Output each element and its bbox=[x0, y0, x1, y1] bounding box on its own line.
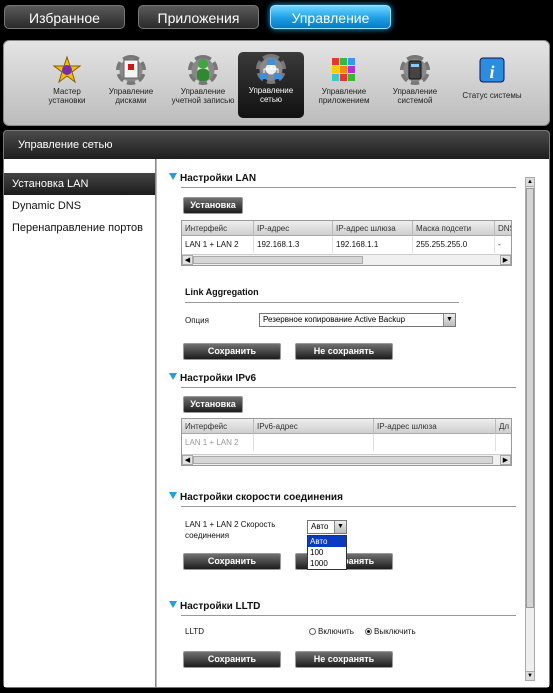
scroll-left-icon[interactable]: ◀ bbox=[182, 455, 193, 465]
toolbar-network-management[interactable]: Управление сетью bbox=[238, 52, 304, 118]
scroll-right-icon[interactable]: ▶ bbox=[500, 255, 511, 265]
speed-section-title[interactable]: Настройки скорости соединения bbox=[169, 492, 343, 503]
ipv6-section-title[interactable]: Настройки IPv6 bbox=[169, 373, 256, 384]
top-navigation: Избранное Приложения Управление bbox=[0, 0, 553, 36]
cancel-button[interactable]: Не сохранять bbox=[295, 343, 393, 360]
scroll-right-icon[interactable]: ▶ bbox=[500, 455, 511, 465]
speed-save-settings-button[interactable]: Сохранить настройки bbox=[183, 553, 281, 581]
panel-title: Управление сетью bbox=[4, 131, 549, 159]
lltd-save-settings-button[interactable]: Сохранить настройки bbox=[183, 651, 281, 679]
link-aggregation-title: Link Aggregation bbox=[185, 287, 259, 297]
toolbar-application-management[interactable]: Управление приложением bbox=[311, 53, 377, 119]
sidebar-item-dynamic-dns[interactable]: Dynamic DNS bbox=[4, 195, 155, 217]
lltd-disable-radio[interactable]: Выключить bbox=[365, 627, 416, 636]
speed-label: LAN 1 + LAN 2 Скорость соединения bbox=[185, 520, 276, 540]
toolbar-system-status[interactable]: i Статус системы bbox=[454, 53, 530, 119]
toolbar-setup-wizard[interactable]: Мастер установки bbox=[34, 53, 100, 119]
save-settings-button[interactable]: Сохранить настройки bbox=[183, 343, 281, 371]
speed-dropdown-list: Авто 100 1000 bbox=[307, 535, 347, 570]
speed-option-auto[interactable]: Авто bbox=[308, 536, 346, 547]
application-icon bbox=[329, 55, 359, 85]
collapse-triangle-icon bbox=[169, 173, 177, 180]
speed-option-1000[interactable]: 1000 bbox=[308, 558, 346, 569]
radio-off-icon[interactable] bbox=[309, 628, 316, 635]
lltd-label: LLTD bbox=[185, 627, 204, 636]
network-icon bbox=[256, 54, 286, 84]
toolbar-account-management[interactable]: Управление учетной записью bbox=[170, 53, 236, 119]
content-area: Настройки LAN Установка Интерфейс IP-адр… bbox=[157, 159, 549, 687]
table-row[interactable]: LAN 1 + LAN 2 192.168.1.3 192.168.1.1 25… bbox=[182, 236, 511, 253]
lltd-enable-radio[interactable]: Включить bbox=[309, 627, 354, 636]
svg-text:i: i bbox=[489, 62, 494, 82]
lan-section-title[interactable]: Настройки LAN bbox=[169, 173, 256, 184]
lan-setup-button[interactable]: Установка bbox=[183, 197, 243, 214]
sidebar-item-lan-setup[interactable]: Установка LAN bbox=[4, 173, 155, 195]
sidebar-item-port-forwarding[interactable]: Перенаправление портов bbox=[4, 217, 155, 239]
network-management-panel: Управление сетью Установка LAN Dynamic D… bbox=[3, 130, 550, 688]
toolbar-disk-management[interactable]: Управление дисками bbox=[98, 53, 164, 119]
chevron-down-icon[interactable]: ▼ bbox=[443, 314, 455, 326]
toolbar-label: Мастер установки bbox=[48, 87, 86, 105]
wizard-icon bbox=[52, 55, 82, 85]
option-label: Опция bbox=[185, 316, 209, 325]
chevron-down-icon[interactable]: ▼ bbox=[334, 521, 346, 533]
scroll-down-icon[interactable]: ▼ bbox=[526, 671, 534, 680]
speed-select[interactable]: Авто ▼ bbox=[307, 520, 347, 534]
tab-applications[interactable]: Приложения bbox=[138, 5, 259, 29]
account-icon bbox=[188, 55, 218, 85]
tab-favorites[interactable]: Избранное bbox=[4, 5, 125, 29]
management-toolbar: Мастер установки Управление дисками Управл… bbox=[3, 40, 550, 126]
ipv6-setup-button[interactable]: Установка bbox=[183, 396, 243, 413]
info-icon: i bbox=[477, 55, 507, 85]
scroll-up-icon[interactable]: ▲ bbox=[526, 178, 534, 187]
scroll-left-icon[interactable]: ◀ bbox=[182, 255, 193, 265]
tab-management[interactable]: Управление bbox=[270, 5, 391, 29]
table-row[interactable]: LAN 1 + LAN 2 bbox=[182, 434, 511, 451]
sidebar: Установка LAN Dynamic DNS Перенаправлени… bbox=[4, 159, 156, 687]
lan-table: Интерфейс IP-адрес IP-адрес шлюза Маска … bbox=[181, 220, 512, 266]
toolbar-system-management[interactable]: Управление системой bbox=[382, 53, 448, 119]
radio-on-icon[interactable] bbox=[365, 628, 372, 635]
horizontal-scrollbar[interactable]: ◀ ▶ bbox=[182, 254, 511, 265]
collapse-triangle-icon bbox=[169, 492, 177, 499]
vertical-scrollbar[interactable]: ▲ ▼ bbox=[525, 177, 535, 681]
collapse-triangle-icon bbox=[169, 373, 177, 380]
lltd-section-title[interactable]: Настройки LLTD bbox=[169, 601, 260, 612]
horizontal-scrollbar[interactable]: ◀ ▶ bbox=[182, 454, 511, 465]
collapse-triangle-icon bbox=[169, 601, 177, 608]
speed-option-100[interactable]: 100 bbox=[308, 547, 346, 558]
disk-icon bbox=[116, 55, 146, 85]
system-icon bbox=[400, 55, 430, 85]
lltd-cancel-button[interactable]: Не сохранять bbox=[295, 651, 393, 668]
link-aggregation-select[interactable]: Резервное копирование Active Backup ▼ bbox=[259, 313, 456, 327]
ipv6-table: Интерфейс IPv6-адрес IP-адрес шлюза Дл L… bbox=[181, 418, 512, 466]
